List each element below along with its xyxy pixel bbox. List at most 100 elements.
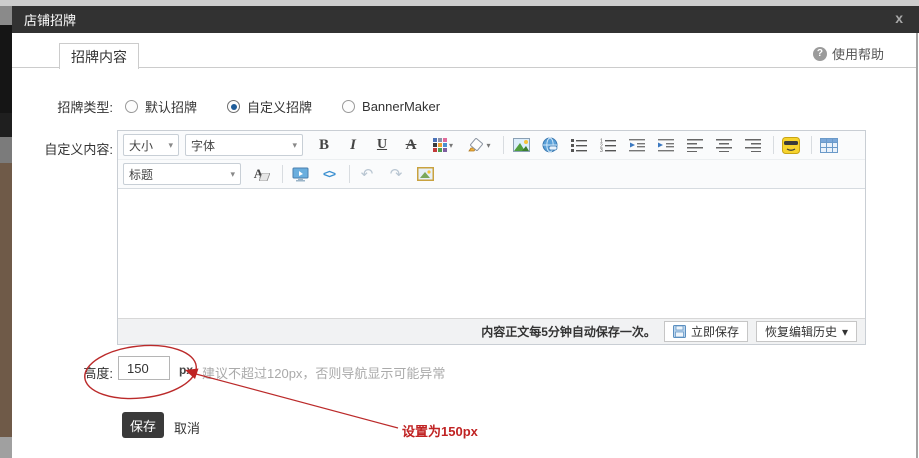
align-left-button[interactable] <box>682 133 708 157</box>
numbered-list-icon: 1 2 3 <box>600 138 616 152</box>
height-hint: 建议不超过120px，否则导航显示可能异常 <box>202 363 445 382</box>
radio-icon-selected <box>227 100 240 113</box>
page-left-strip <box>0 437 12 458</box>
save-button[interactable]: 保存 <box>122 412 164 438</box>
fullscreen-button[interactable] <box>287 162 313 186</box>
align-right-button[interactable] <box>740 133 766 157</box>
toolbar-separator <box>349 165 350 183</box>
tab-banner-content[interactable]: 招牌内容 <box>59 43 139 69</box>
toolbar-separator <box>503 136 504 154</box>
indent-button[interactable] <box>653 133 679 157</box>
page-left-strip <box>0 163 12 437</box>
strikethrough-button[interactable]: A <box>398 133 424 157</box>
bold-button[interactable]: B <box>311 133 337 157</box>
source-code-button[interactable]: <> <box>316 162 342 186</box>
editor-statusbar: 内容正文每5分钟自动保存一次。 立即保存 恢复编辑历史 ▾ <box>118 318 865 344</box>
underline-icon: U <box>377 137 387 153</box>
radio-label: BannerMaker <box>362 99 440 114</box>
align-center-button[interactable] <box>711 133 737 157</box>
paragraph-style-value: 标题 <box>129 166 153 183</box>
align-left-icon <box>687 139 703 152</box>
framed-picture-button[interactable] <box>412 162 438 186</box>
chevron-down-icon: ▾ <box>292 140 297 151</box>
image-icon <box>513 138 530 152</box>
editor-content[interactable] <box>118 189 865 318</box>
rich-text-editor: 大小 ▾ 字体 ▾ B I U A ▾ ▾ <box>117 130 866 345</box>
dialog-titlebar: 店铺招牌 x <box>12 6 919 33</box>
eraser-icon <box>259 173 270 181</box>
radio-custom-banner[interactable]: 自定义招牌 <box>227 97 312 116</box>
chevron-down-icon: ▾ <box>449 141 453 150</box>
radio-bannermaker[interactable]: BannerMaker <box>342 99 440 114</box>
restore-history-label: 恢复编辑历史 <box>765 323 837 340</box>
emoji-icon <box>782 137 800 154</box>
floppy-disk-icon <box>673 325 686 338</box>
page-left-strip <box>0 25 12 113</box>
italic-icon: I <box>350 137 356 154</box>
dialog-title: 店铺招牌 <box>24 10 76 29</box>
dialog-right-edge <box>916 33 918 458</box>
close-icon[interactable]: x <box>895 10 903 26</box>
insert-table-button[interactable] <box>816 133 842 157</box>
ordered-list-button[interactable]: 1 2 3 <box>595 133 621 157</box>
font-size-value: 大小 <box>129 137 153 154</box>
chevron-down-icon: ▾ <box>230 169 235 180</box>
tab-divider <box>12 67 916 68</box>
paragraph-style-dropdown[interactable]: 标题 ▾ <box>123 163 241 185</box>
height-input[interactable] <box>118 356 170 380</box>
custom-content-label: 自定义内容: <box>44 139 113 158</box>
fill-color-button[interactable]: ▾ <box>462 133 496 157</box>
font-family-dropdown[interactable]: 字体 ▾ <box>185 134 303 156</box>
banner-type-row: 招牌类型: 默认招牌 自定义招牌 BannerMaker <box>51 97 470 116</box>
radio-default-banner[interactable]: 默认招牌 <box>125 97 197 116</box>
chevron-down-icon: ▾ <box>842 325 848 339</box>
unordered-list-button[interactable] <box>566 133 592 157</box>
toolbar-separator <box>773 136 774 154</box>
save-now-label: 立即保存 <box>691 323 739 340</box>
toolbar-separator <box>282 165 283 183</box>
save-now-button[interactable]: 立即保存 <box>664 321 748 342</box>
align-center-icon <box>716 139 732 152</box>
radio-icon <box>342 100 355 113</box>
restore-history-button[interactable]: 恢复编辑历史 ▾ <box>756 321 857 342</box>
height-label: 高度: <box>44 363 113 382</box>
color-palette-icon <box>433 138 447 152</box>
picture-frame-icon <box>417 167 434 181</box>
undo-button[interactable]: ↶ <box>354 162 380 186</box>
help-label: 使用帮助 <box>832 44 884 63</box>
font-color-button[interactable]: ▾ <box>427 133 459 157</box>
bullet-list-icon <box>571 138 587 152</box>
outdent-button[interactable] <box>624 133 650 157</box>
radio-label: 自定义招牌 <box>247 97 312 116</box>
font-family-value: 字体 <box>191 137 215 154</box>
editor-toolbar-row2: 标题 ▾ A <> ↶ ↷ <box>118 160 865 189</box>
font-size-dropdown[interactable]: 大小 ▾ <box>123 134 179 156</box>
svg-text:3: 3 <box>600 148 603 152</box>
editor-toolbar-row1: 大小 ▾ 字体 ▾ B I U A ▾ ▾ <box>118 131 865 160</box>
tab-label: 招牌内容 <box>71 47 127 67</box>
autosave-text: 内容正文每5分钟自动保存一次。 <box>481 323 656 340</box>
undo-icon: ↶ <box>361 165 374 183</box>
cancel-button[interactable]: 取消 <box>174 418 200 437</box>
emoticon-button[interactable] <box>778 133 804 157</box>
bold-icon: B <box>319 137 329 154</box>
align-right-icon <box>745 139 761 152</box>
chevron-down-icon: ▾ <box>168 140 173 151</box>
table-icon <box>820 138 838 153</box>
page-left-strip <box>0 113 12 137</box>
page-left-strip <box>0 137 12 163</box>
page-left-strip <box>0 6 12 25</box>
underline-button[interactable]: U <box>369 133 395 157</box>
remove-format-button[interactable]: A <box>249 162 275 186</box>
indent-icon <box>658 138 674 152</box>
insert-image-button[interactable] <box>508 133 534 157</box>
monitor-icon <box>292 167 309 182</box>
chevron-down-icon: ▾ <box>486 141 490 150</box>
help-link[interactable]: ? 使用帮助 <box>813 44 884 63</box>
radio-icon <box>125 100 138 113</box>
italic-button[interactable]: I <box>340 133 366 157</box>
redo-icon: ↷ <box>390 165 403 183</box>
redo-button[interactable]: ↷ <box>383 162 409 186</box>
hyperlink-button[interactable] <box>537 133 563 157</box>
radio-label: 默认招牌 <box>145 97 197 116</box>
